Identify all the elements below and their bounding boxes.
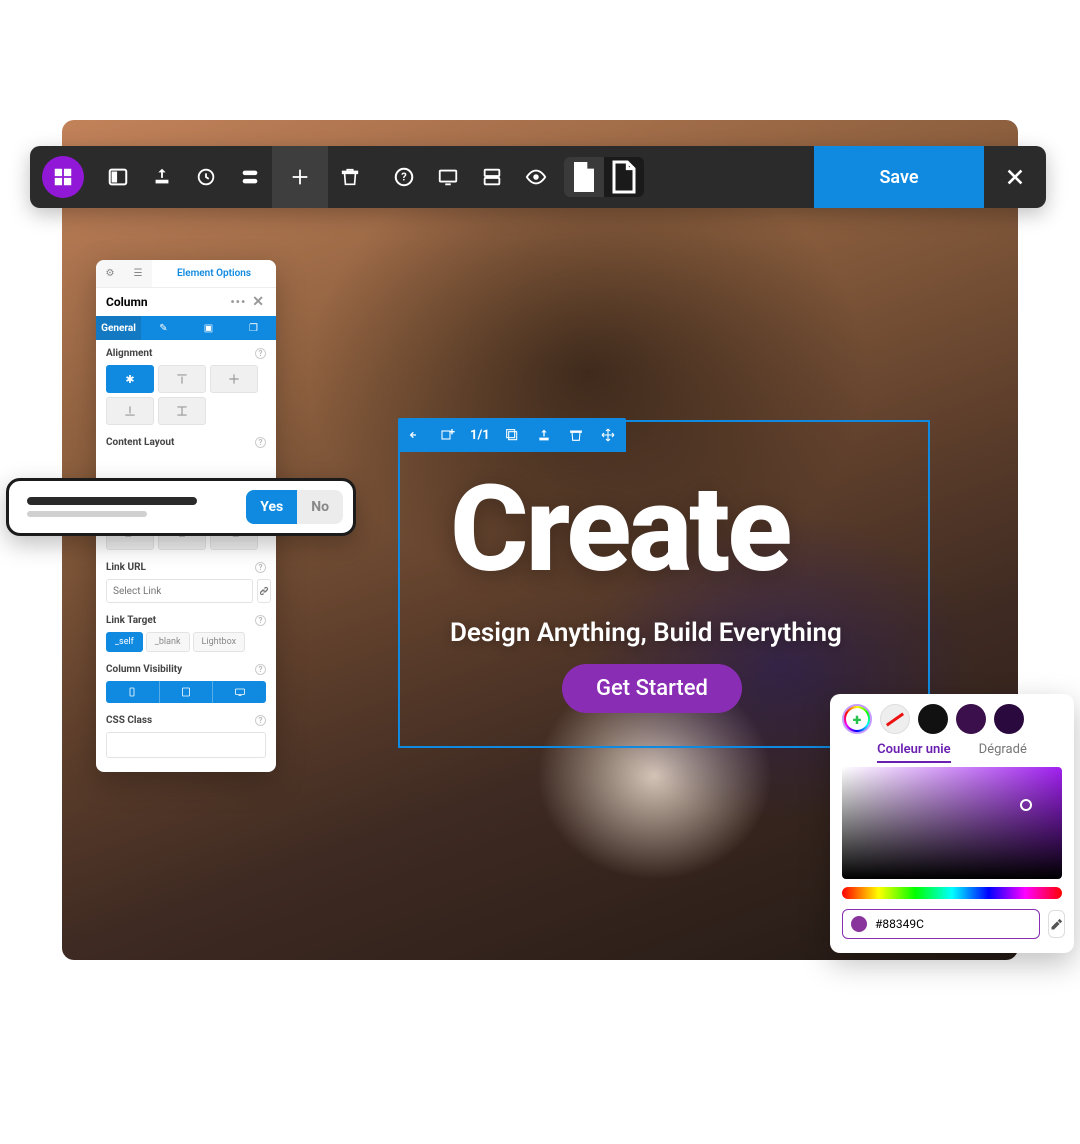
visibility-tablet-icon[interactable] (160, 681, 214, 703)
color-picker: + Couleur unie Dégradé (830, 694, 1074, 953)
desktop-preview-icon[interactable] (426, 146, 470, 208)
trash-icon[interactable] (328, 146, 372, 208)
target-blank[interactable]: _blank (146, 632, 190, 652)
picker-tab-gradient[interactable]: Dégradé (979, 742, 1027, 763)
align-default-icon[interactable]: ✱ (106, 365, 154, 393)
visibility-desktop-icon[interactable] (213, 681, 266, 703)
visibility-mobile-icon[interactable] (106, 681, 160, 703)
save-local-icon[interactable] (140, 146, 184, 208)
section-link-url-label: Link URL (106, 562, 146, 573)
target-self[interactable]: _self (106, 632, 143, 652)
hex-input[interactable] (875, 917, 1031, 931)
section-visibility-label: Column Visibility (106, 664, 182, 675)
saturation-value-field[interactable] (842, 767, 1062, 879)
picker-tab-solid[interactable]: Couleur unie (877, 742, 951, 763)
swatch-color[interactable] (956, 704, 986, 734)
subtab-general[interactable]: General (96, 316, 141, 340)
svg-text:?: ? (401, 171, 407, 184)
link-picker-icon[interactable] (257, 579, 271, 603)
panel-tab-sliders-icon[interactable]: ☰ (124, 260, 152, 288)
sel-duplicate-icon[interactable] (502, 425, 522, 445)
swatch-color[interactable] (994, 704, 1024, 734)
swatch-add-icon[interactable]: + (842, 704, 872, 734)
section-link-target-label: Link Target (106, 615, 156, 626)
sel-move-icon[interactable] (598, 425, 618, 445)
close-builder-icon[interactable] (984, 146, 1046, 208)
confirm-no-button[interactable]: No (297, 490, 343, 524)
sel-count: 1/1 (470, 428, 490, 443)
hue-slider[interactable] (842, 887, 1062, 899)
confirm-text-line (27, 497, 197, 505)
sel-save-icon[interactable] (534, 425, 554, 445)
help-hint-icon[interactable]: ? (255, 664, 266, 675)
page-mode-toggle[interactable] (564, 157, 644, 197)
align-middle-icon[interactable] (210, 365, 258, 393)
help-icon[interactable]: ? (382, 146, 426, 208)
panel-tab-options[interactable]: Element Options (152, 260, 276, 288)
panel-close-icon[interactable]: ✕ (250, 294, 266, 310)
panel-title: Column (106, 295, 148, 309)
subtab-extras-icon[interactable]: ❐ (231, 316, 276, 340)
sv-cursor-icon[interactable] (1020, 799, 1032, 811)
subtab-design-icon[interactable]: ✎ (141, 316, 186, 340)
save-button[interactable]: Save (814, 146, 984, 208)
sel-trash-icon[interactable] (566, 425, 586, 445)
section-alignment-label: Alignment (106, 348, 152, 359)
link-url-input[interactable] (106, 579, 253, 603)
help-hint-icon[interactable]: ? (255, 615, 266, 626)
align-bottom-icon[interactable] (106, 397, 154, 425)
help-hint-icon[interactable]: ? (255, 562, 266, 573)
align-top-icon[interactable] (158, 365, 206, 393)
builder-logo-icon[interactable] (42, 156, 84, 198)
main-toolbar: ? Save (30, 146, 1046, 208)
sel-add-icon[interactable] (438, 425, 458, 445)
page-mode-b-icon[interactable] (604, 157, 644, 197)
toggles-icon[interactable] (228, 146, 272, 208)
align-stretch-icon[interactable] (158, 397, 206, 425)
panel-more-icon[interactable]: ••• (226, 295, 250, 309)
layout-icon[interactable] (470, 146, 514, 208)
help-hint-icon[interactable]: ? (255, 715, 266, 726)
hex-preview-icon (851, 916, 867, 932)
confirm-subtext-line (27, 511, 147, 517)
help-hint-icon[interactable]: ? (255, 348, 266, 359)
css-class-input[interactable] (106, 732, 266, 758)
sidebar-toggle-icon[interactable] (96, 146, 140, 208)
help-hint-icon[interactable]: ? (255, 437, 266, 448)
selection-toolbar: 1/1 (398, 418, 626, 452)
confirm-dialog: Yes No (6, 478, 356, 536)
section-content-layout-label: Content Layout (106, 437, 174, 448)
sel-parent-icon[interactable] (406, 425, 426, 445)
preview-eye-icon[interactable] (514, 146, 558, 208)
subtab-bg-icon[interactable]: ▣ (186, 316, 231, 340)
section-css-class-label: CSS Class (106, 715, 152, 726)
visibility-toggle[interactable] (106, 681, 266, 703)
add-element-icon[interactable] (272, 146, 328, 208)
target-lightbox[interactable]: Lightbox (193, 632, 246, 652)
eyedropper-icon[interactable] (1048, 910, 1065, 938)
history-icon[interactable] (184, 146, 228, 208)
swatch-color[interactable] (918, 704, 948, 734)
page-mode-a-icon[interactable] (564, 157, 604, 197)
confirm-yes-button[interactable]: Yes (246, 490, 297, 524)
swatch-none-icon[interactable] (880, 704, 910, 734)
panel-tab-gear-icon[interactable]: ⚙ (96, 260, 124, 288)
